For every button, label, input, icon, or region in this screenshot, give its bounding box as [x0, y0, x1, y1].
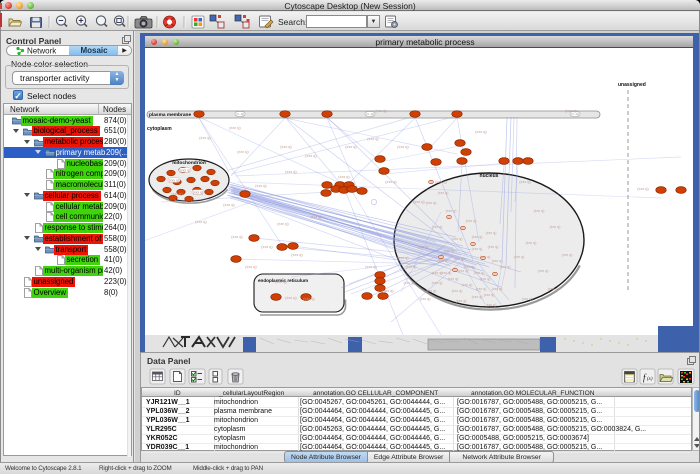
svg-text:(xxx q): (xxx q)	[375, 109, 387, 113]
svg-text:(xxx q): (xxx q)	[454, 257, 465, 261]
svg-text:(xxx q): (xxx q)	[500, 265, 511, 269]
svg-text:(xxx q): (xxx q)	[452, 237, 463, 241]
svg-text:(xxx q): (xxx q)	[435, 180, 447, 184]
svg-text:mitochondrion: mitochondrion	[172, 160, 206, 166]
svg-text:(xxx q): (xxx q)	[480, 255, 491, 259]
svg-text:(xxx q): (xxx q)	[277, 222, 289, 226]
svg-text:(xxx q): (xxx q)	[476, 287, 487, 291]
svg-text:(xxx q): (xxx q)	[195, 220, 207, 224]
svg-text:(xxx q): (xxx q)	[180, 169, 190, 173]
svg-text:(xxx q): (xxx q)	[229, 126, 241, 130]
svg-text:(xxx q): (xxx q)	[275, 280, 287, 284]
svg-text:(xxx q): (xxx q)	[385, 180, 397, 184]
svg-text:(xxx q): (xxx q)	[538, 269, 549, 273]
svg-text:(xxx q): (xxx q)	[345, 145, 357, 149]
svg-text:(xxx q): (xxx q)	[413, 200, 425, 204]
svg-text:nucleus: nucleus	[480, 173, 499, 179]
svg-text:(xxx q): (xxx q)	[444, 249, 455, 253]
svg-text:(xxx q): (xxx q)	[418, 245, 429, 249]
svg-text:(xxx q): (xxx q)	[285, 170, 297, 174]
svg-text:(xxx q): (xxx q)	[522, 297, 533, 301]
svg-text:(xxx q): (xxx q)	[291, 253, 303, 257]
svg-text:(xxx q): (xxx q)	[488, 245, 499, 249]
svg-text:(xxx q): (xxx q)	[637, 187, 649, 191]
svg-text:(x): (x)	[647, 377, 653, 382]
svg-text:(xxx q): (xxx q)	[397, 145, 409, 149]
svg-text:(xxx q): (xxx q)	[438, 191, 449, 195]
svg-text:(xxx q): (xxx q)	[480, 277, 491, 281]
svg-text:(x--q): (x--q)	[366, 112, 374, 116]
svg-text:(xxx q): (xxx q)	[426, 201, 437, 205]
svg-text:(xxx q): (xxx q)	[432, 225, 443, 229]
svg-text:(xxx q): (xxx q)	[484, 293, 495, 297]
svg-text:(xxx q): (xxx q)	[426, 289, 437, 293]
svg-text:(xxx q): (xxx q)	[420, 297, 431, 301]
svg-text:(xxx q): (xxx q)	[462, 283, 473, 287]
svg-text:(xxx q): (xxx q)	[519, 180, 531, 184]
svg-text:(xxx q): (xxx q)	[432, 281, 443, 285]
svg-text:(xxx q): (xxx q)	[458, 269, 469, 273]
svg-text:(xxx q): (xxx q)	[486, 303, 497, 307]
svg-text:(xxx q): (xxx q)	[338, 175, 350, 179]
svg-text:(xxx q): (xxx q)	[448, 277, 459, 281]
svg-text:(xxx q): (xxx q)	[562, 253, 573, 257]
svg-text:(xxx q): (xxx q)	[466, 219, 477, 223]
svg-text:(xxx q): (xxx q)	[475, 130, 487, 134]
svg-text:(xxx q): (xxx q)	[303, 297, 315, 301]
svg-text:(xxx q): (xxx q)	[472, 235, 483, 239]
svg-text:cytoplasm: cytoplasm	[147, 126, 172, 132]
svg-text:(xxx q): (xxx q)	[492, 287, 503, 291]
svg-text:(xxx q): (xxx q)	[486, 231, 497, 235]
svg-text:(xxx q): (xxx q)	[310, 215, 322, 219]
svg-text:(xxx q): (xxx q)	[472, 247, 483, 251]
svg-text:(xxx q): (xxx q)	[406, 265, 417, 269]
svg-text:(xxx q): (xxx q)	[169, 179, 179, 183]
svg-text:(xxx q): (xxx q)	[237, 150, 249, 154]
svg-text:(xxx q): (xxx q)	[305, 154, 317, 158]
svg-text:(xxx q): (xxx q)	[464, 265, 475, 269]
svg-text:(xxx q): (xxx q)	[534, 209, 545, 213]
svg-text:(xxx q): (xxx q)	[446, 209, 457, 213]
svg-text:(xxx q): (xxx q)	[193, 191, 203, 195]
svg-text:(xxx q): (xxx q)	[365, 265, 377, 269]
svg-text:(xxx q): (xxx q)	[492, 259, 503, 263]
svg-text:(xxx q): (xxx q)	[432, 271, 443, 275]
svg-text:(xxx q): (xxx q)	[404, 281, 415, 285]
svg-text:(xxx q): (xxx q)	[456, 299, 467, 303]
svg-text:(xxx q): (xxx q)	[261, 245, 273, 249]
svg-text:(xxx q): (xxx q)	[280, 145, 292, 149]
svg-text:(xxx q): (xxx q)	[223, 203, 235, 207]
svg-text:(xxx q): (xxx q)	[285, 296, 297, 300]
svg-text:(xxx q): (xxx q)	[171, 192, 183, 196]
svg-text:(xxx q): (xxx q)	[452, 289, 463, 293]
svg-text:(xxx q): (xxx q)	[514, 255, 525, 259]
svg-text:(xxx q): (xxx q)	[397, 256, 409, 260]
svg-text:(xxx q): (xxx q)	[255, 184, 267, 188]
svg-text:(xxx q): (xxx q)	[565, 109, 577, 113]
svg-text:(xxx q): (xxx q)	[367, 137, 379, 141]
svg-text:(xxx q): (xxx q)	[438, 259, 449, 263]
svg-text:(xxx q): (xxx q)	[526, 241, 537, 245]
svg-text:(xxx q): (xxx q)	[550, 225, 561, 229]
svg-text:(xxx q): (xxx q)	[199, 136, 211, 140]
svg-text:plasma membrane: plasma membrane	[149, 112, 191, 118]
svg-text:(xxx q): (xxx q)	[245, 265, 257, 269]
svg-text:(xxx q): (xxx q)	[231, 235, 243, 239]
svg-text:unassigned: unassigned	[618, 82, 646, 88]
svg-text:(xxx q): (xxx q)	[382, 289, 394, 293]
svg-text:(xxx q): (xxx q)	[472, 295, 483, 299]
svg-text:(xxx q): (xxx q)	[548, 287, 559, 291]
svg-text:(xxx q): (xxx q)	[474, 271, 485, 275]
svg-text:(x--q): (x--q)	[236, 112, 244, 116]
